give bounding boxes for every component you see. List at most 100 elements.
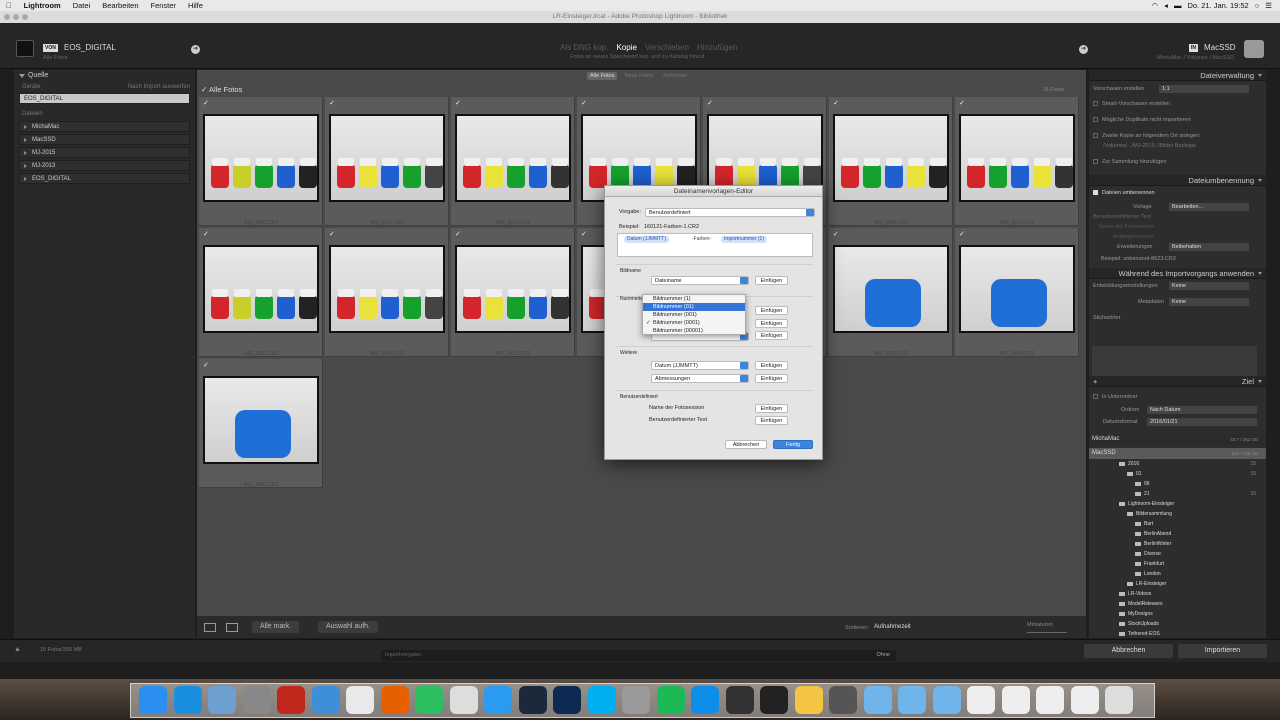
loupe-view-icon[interactable]: [226, 623, 238, 632]
tree-folder[interactable]: 06: [1089, 479, 1266, 489]
photo-thumbnail[interactable]: [959, 245, 1075, 333]
grid-header[interactable]: ✓ Alle Fotos: [201, 85, 242, 94]
document-icon[interactable]: [1070, 686, 1099, 714]
document-icon[interactable]: [1036, 686, 1064, 714]
evernote-icon[interactable]: [415, 686, 443, 714]
template-dropdown[interactable]: Bearbeiten...: [1169, 203, 1249, 211]
include-checkbox[interactable]: ✓: [329, 230, 335, 238]
tree-folder[interactable]: Frankfurt: [1089, 559, 1266, 569]
include-checkbox[interactable]: ✓: [203, 99, 209, 107]
done-button[interactable]: Fertig: [773, 440, 813, 449]
photoshop-icon[interactable]: [553, 686, 581, 714]
folder-icon[interactable]: [898, 686, 926, 714]
keywords-input[interactable]: [1092, 346, 1257, 376]
extensions-dropdown[interactable]: Beibehalten: [1169, 243, 1249, 251]
insert-sequence-button-2[interactable]: Einfügen: [755, 319, 788, 328]
duplicates-row[interactable]: Mögliche Duplikate nicht importieren: [1089, 115, 1266, 125]
chrome-icon[interactable]: [346, 686, 374, 714]
photo-thumbnail[interactable]: [455, 245, 571, 333]
develop-dropdown[interactable]: Keine: [1169, 282, 1249, 290]
photo-thumbnail[interactable]: [833, 245, 949, 333]
preset-dropdown[interactable]: Benutzerdefiniert: [645, 208, 815, 217]
duplicates-checkbox[interactable]: [1093, 117, 1098, 123]
safari-icon[interactable]: [484, 686, 512, 714]
dest-name[interactable]: MacSSD: [1204, 43, 1236, 52]
menu-list-icon[interactable]: ☰: [1265, 1, 1272, 10]
photo-cell[interactable]: ✓ IMG_8632.CR2: [955, 97, 1079, 226]
menu-app[interactable]: Lightroom: [18, 1, 67, 10]
include-checkbox[interactable]: ✓: [329, 99, 335, 107]
mode-verschieben[interactable]: Verschieben: [645, 43, 689, 52]
subfolder-row[interactable]: In Unterordner: [1089, 392, 1266, 402]
template-token-field[interactable]: Datum (JJMMTT) -Farben- Importnummer (1): [617, 233, 813, 257]
photo-cell[interactable]: ✓ IMG_8633.CR2: [199, 228, 323, 357]
hard-drive-icon[interactable]: [1244, 40, 1264, 58]
wifi-icon[interactable]: ◠: [1152, 1, 1159, 10]
tree-folder[interactable]: Lightroom-Einsteiger: [1089, 499, 1266, 509]
select-all-button[interactable]: Alle mark.: [252, 621, 300, 633]
smart-previews-checkbox[interactable]: [1093, 101, 1098, 107]
app-icon[interactable]: [725, 686, 754, 714]
collection-checkbox[interactable]: [1093, 159, 1098, 165]
tree-folder[interactable]: ModelReleases: [1089, 599, 1266, 609]
menu-option-1[interactable]: Bildnummer (1): [643, 295, 745, 303]
search-icon[interactable]: ○: [1255, 1, 1260, 10]
quelle-title[interactable]: Quelle: [14, 70, 195, 82]
sort-dropdown[interactable]: Aufnahmezeit: [874, 624, 911, 630]
import-preset[interactable]: Importvorgabe: Ohne: [381, 650, 896, 661]
spotify-icon[interactable]: [656, 686, 685, 714]
trash-icon[interactable]: [1105, 686, 1133, 714]
tree-folder[interactable]: 01 15: [1089, 469, 1266, 479]
screenshot-icon[interactable]: [622, 686, 650, 714]
folder-eos[interactable]: EOS_DIGITAL: [19, 173, 190, 184]
dimensions-dropdown[interactable]: Abmessungen: [651, 374, 749, 383]
flag-icon[interactable]: ▬: [1174, 1, 1182, 10]
menu-bearbeiten[interactable]: Bearbeiten: [96, 1, 144, 10]
tab-zielordner[interactable]: Zielordner: [660, 72, 691, 80]
app-icon[interactable]: [760, 686, 788, 714]
photo-cell[interactable]: ✓ IMG_8627.CR2: [325, 97, 449, 226]
tree-folder[interactable]: 21 15: [1089, 489, 1266, 499]
add-icon[interactable]: +: [1093, 376, 1097, 387]
minimize-window-icon[interactable]: [13, 14, 19, 20]
previews-dropdown[interactable]: 1:1: [1159, 85, 1249, 93]
include-checkbox[interactable]: ✓: [581, 99, 587, 107]
photo-cell[interactable]: ✓ IMG_8631.CR2: [829, 97, 953, 226]
document-icon[interactable]: [1001, 686, 1030, 714]
tree-folder[interactable]: Bart: [1089, 519, 1266, 529]
photo-thumbnail[interactable]: [329, 114, 445, 202]
menu-hilfe[interactable]: Hilfe: [182, 1, 209, 10]
disk-michamac[interactable]: MichaMac 43,7 / 251 GB: [1089, 434, 1266, 445]
token-import-number[interactable]: Importnummer (1): [721, 236, 768, 243]
appstore-icon[interactable]: [173, 686, 202, 714]
grid-view-icon[interactable]: [204, 623, 216, 632]
insert-custom-text-button[interactable]: Einfügen: [755, 416, 788, 425]
memory-card-icon[interactable]: [16, 40, 34, 57]
tree-folder[interactable]: BerlinWinter: [1089, 539, 1266, 549]
photo-cell[interactable]: ✓ IMG_8634.CR2: [325, 228, 449, 357]
photo-cell[interactable]: ✓ IMG_8628.CR2: [451, 97, 575, 226]
tree-folder[interactable]: Bildersammlung: [1089, 509, 1266, 519]
photo-cell[interactable]: ✓ IMG_8640.CR2: [955, 228, 1079, 357]
date-format-dropdown[interactable]: 2016/01/21: [1147, 418, 1257, 426]
organize-dropdown[interactable]: Nach Datum: [1147, 406, 1257, 414]
preview-icon[interactable]: [449, 686, 478, 714]
expand-icon[interactable]: ▲: [14, 646, 21, 653]
menu-datei[interactable]: Datei: [67, 1, 97, 10]
tab-neue-fotos[interactable]: Neue Fotos: [621, 72, 655, 80]
tab-alle-fotos[interactable]: Alle Fotos: [587, 72, 618, 80]
folder-mj2013[interactable]: MJ-2013: [19, 160, 190, 171]
finder-icon[interactable]: [139, 686, 167, 714]
photo-thumbnail[interactable]: [203, 376, 319, 464]
tree-folder[interactable]: MyDesigns: [1089, 609, 1266, 619]
photos-icon[interactable]: [794, 686, 823, 714]
folder-macssd[interactable]: MacSSD: [19, 134, 190, 145]
photo-cell[interactable]: ✓ IMG_8635.CR2: [451, 228, 575, 357]
section-dateiumbenennung[interactable]: Dateiumbenennung: [1089, 175, 1266, 186]
mode-hinzufuegen[interactable]: Hinzufügen: [697, 43, 737, 52]
zoom-window-icon[interactable]: [22, 14, 28, 20]
include-checkbox[interactable]: ✓: [455, 230, 461, 238]
video-icon[interactable]: [829, 686, 857, 714]
import-button[interactable]: Importieren: [1178, 644, 1267, 658]
menu-option-00001[interactable]: Bildnummer (00001): [643, 327, 745, 335]
